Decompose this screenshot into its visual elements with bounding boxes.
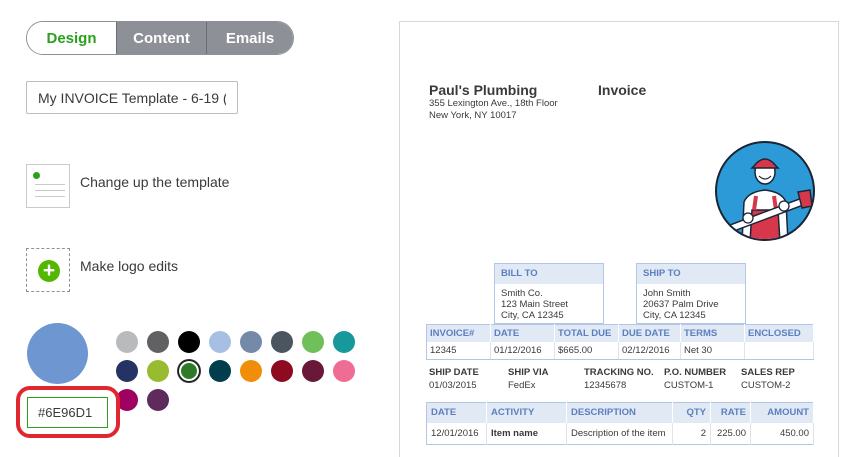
add-logo-placeholder: + xyxy=(26,248,70,292)
color-swatch[interactable] xyxy=(116,360,138,382)
company-name: Paul's Plumbing xyxy=(429,82,538,98)
color-swatch[interactable] xyxy=(209,331,231,353)
color-swatch[interactable] xyxy=(302,360,324,382)
color-swatch[interactable] xyxy=(271,360,293,382)
color-swatch[interactable] xyxy=(240,331,262,353)
invoice-summary-table: INVOICE# DATE TOTAL DUE DUE DATE TERMS E… xyxy=(426,324,814,360)
color-swatch[interactable] xyxy=(116,331,138,353)
invoice-title: Invoice xyxy=(598,82,647,98)
company-address: 355 Lexington Ave., 18th Floor New York,… xyxy=(429,98,558,121)
logo-edits-option[interactable]: + Make logo edits xyxy=(26,248,178,292)
invoice-preview: Paul's Plumbing 355 Lexington Ave., 18th… xyxy=(399,21,839,457)
color-palette xyxy=(116,331,386,411)
template-name-input[interactable] xyxy=(26,81,238,114)
color-swatch[interactable] xyxy=(333,360,355,382)
plumber-logo-icon xyxy=(715,141,815,241)
hex-color-input[interactable] xyxy=(27,397,108,428)
color-swatch[interactable] xyxy=(209,360,231,382)
tab-emails[interactable]: Emails xyxy=(206,22,293,54)
ship-to-box: SHIP TO John Smith 20637 Palm Drive City… xyxy=(636,263,746,324)
line-items-table: DATE ACTIVITY DESCRIPTION QTY RATE AMOUN… xyxy=(426,402,814,445)
color-swatch[interactable] xyxy=(178,331,200,353)
color-swatch[interactable] xyxy=(302,331,324,353)
table-row: 12/01/2016 Item name Description of the … xyxy=(426,422,814,444)
tab-content[interactable]: Content xyxy=(116,22,206,54)
plus-icon: + xyxy=(38,260,60,282)
color-swatch[interactable] xyxy=(333,331,355,353)
color-swatch[interactable] xyxy=(147,360,169,382)
selected-color-preview xyxy=(27,323,88,384)
view-tabs: Design Content Emails xyxy=(26,21,294,55)
tab-design[interactable]: Design xyxy=(27,22,116,54)
color-swatch[interactable] xyxy=(240,360,262,382)
color-swatch[interactable] xyxy=(271,331,293,353)
change-template-label: Change up the template xyxy=(80,174,230,190)
logo-edits-label: Make logo edits xyxy=(80,258,179,274)
color-swatch[interactable] xyxy=(147,389,169,411)
bill-to-box: BILL TO Smith Co. 123 Main Street City, … xyxy=(494,263,604,324)
template-thumbnail-icon xyxy=(26,164,70,208)
color-swatch[interactable] xyxy=(147,331,169,353)
color-swatch[interactable] xyxy=(178,360,200,382)
change-template-option[interactable]: Change up the template xyxy=(26,164,229,208)
